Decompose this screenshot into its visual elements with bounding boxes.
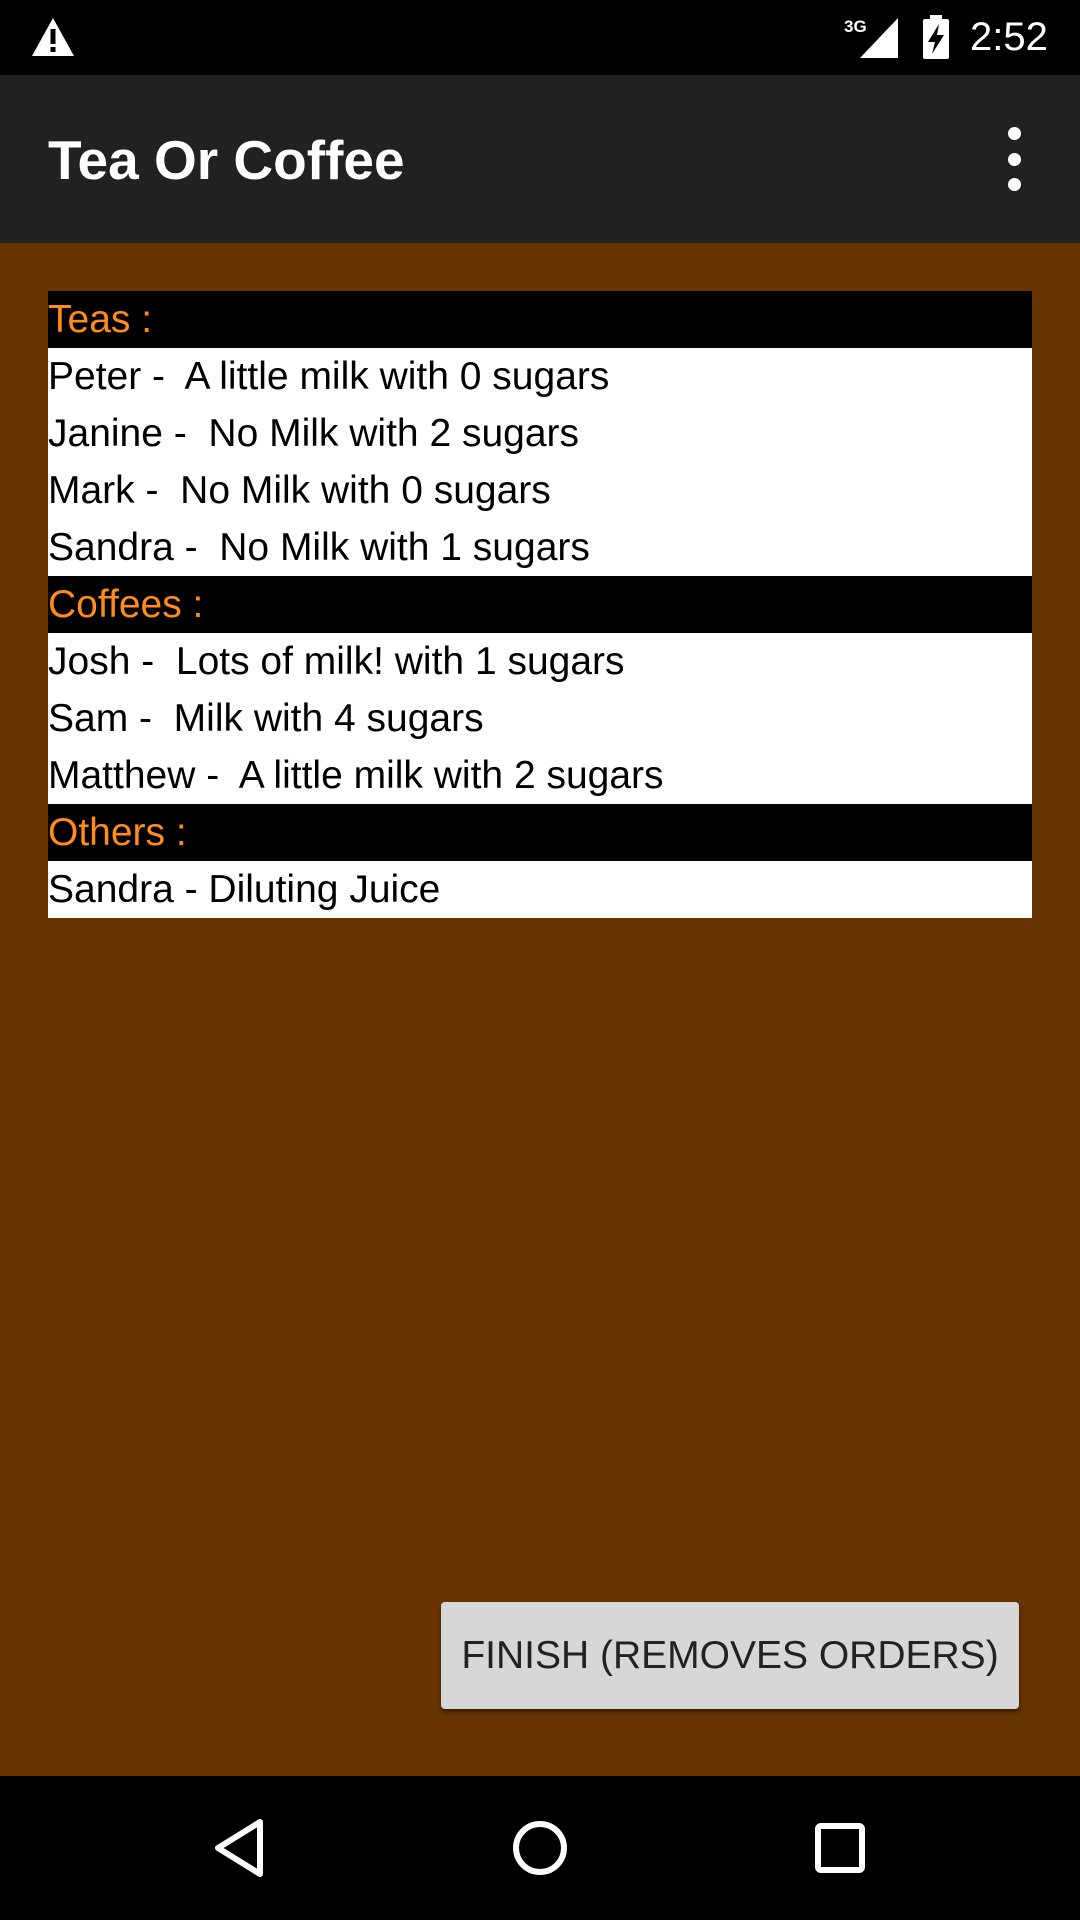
back-icon[interactable] — [210, 1816, 270, 1880]
list-item: Josh - Lots of milk! with 1 sugars — [48, 633, 1032, 690]
list-item: Sam - Milk with 4 sugars — [48, 690, 1032, 747]
battery-charging-icon — [923, 15, 949, 59]
coffees-header: Coffees : — [48, 576, 1032, 633]
network-type-label: 3G — [844, 17, 867, 36]
teas-header: Teas : — [48, 291, 1032, 348]
overflow-dot — [1007, 127, 1021, 140]
overflow-dot — [1007, 178, 1021, 191]
overflow-menu-icon[interactable] — [990, 127, 1038, 191]
navigation-bar — [0, 1776, 1080, 1920]
list-item: Sandra - No Milk with 1 sugars — [48, 519, 1032, 576]
finish-button[interactable]: FINISH (REMOVES ORDERS) — [441, 1602, 1019, 1709]
signal-icon: 3G — [844, 17, 898, 58]
status-time: 2:52 — [970, 15, 1048, 59]
app-bar: Tea Or Coffee — [0, 75, 1080, 243]
status-bar: 3G 2:52 — [0, 0, 1080, 75]
home-icon[interactable] — [510, 1816, 570, 1880]
list-item: Sandra - Diluting Juice — [48, 861, 1032, 918]
order-list: Teas : Peter - A little milk with 0 suga… — [48, 291, 1032, 918]
overflow-dot — [1007, 152, 1021, 166]
others-header: Others : — [48, 804, 1032, 861]
list-item: Matthew - A little milk with 2 sugars — [48, 747, 1032, 804]
app-title: Tea Or Coffee — [48, 129, 405, 191]
list-item: Mark - No Milk with 0 sugars — [48, 462, 1032, 519]
warning-icon — [32, 18, 74, 56]
list-item: Peter - A little milk with 0 sugars — [48, 348, 1032, 405]
recents-icon[interactable] — [810, 1816, 870, 1880]
list-item: Janine - No Milk with 2 sugars — [48, 405, 1032, 462]
